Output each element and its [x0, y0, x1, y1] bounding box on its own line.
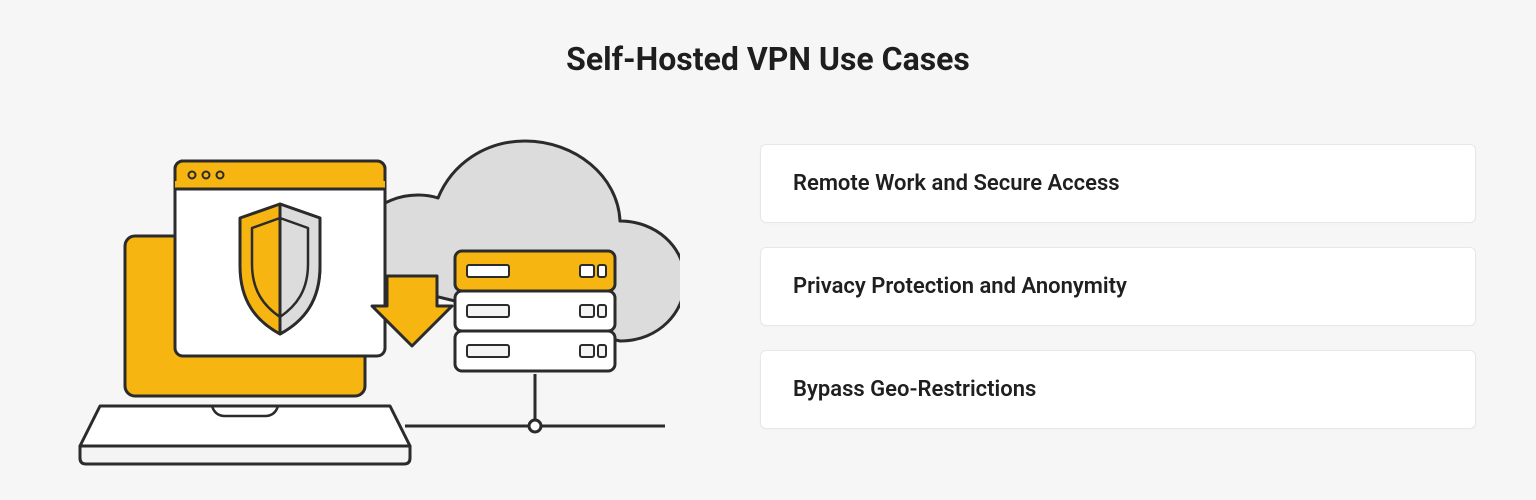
use-case-label: Bypass Geo-Restrictions — [793, 377, 1036, 402]
use-case-label: Remote Work and Secure Access — [793, 171, 1120, 196]
use-case-card: Privacy Protection and Anonymity — [760, 247, 1476, 326]
diagram-container: Self-Hosted VPN Use Cases — [0, 0, 1536, 500]
use-case-label: Privacy Protection and Anonymity — [793, 274, 1127, 299]
page-title: Self-Hosted VPN Use Cases — [60, 40, 1476, 78]
content-row: Remote Work and Secure Access Privacy Pr… — [60, 102, 1476, 470]
use-case-card: Bypass Geo-Restrictions — [760, 350, 1476, 429]
use-case-list: Remote Work and Secure Access Privacy Pr… — [760, 144, 1476, 429]
vpn-illustration — [60, 106, 680, 466]
browser-shield-icon — [175, 161, 385, 356]
use-case-card: Remote Work and Secure Access — [760, 144, 1476, 223]
